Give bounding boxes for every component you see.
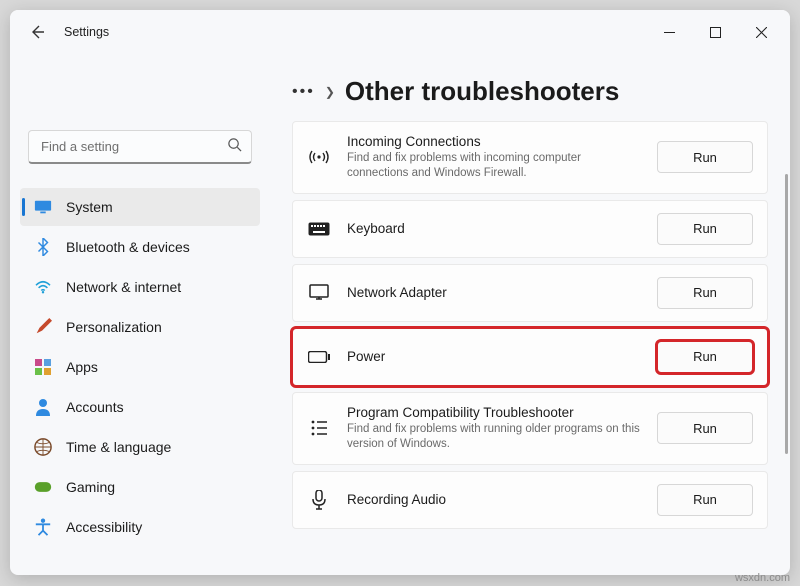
troubleshooter-name: Network Adapter	[347, 285, 641, 300]
sidebar-item-network-internet[interactable]: Network & internet	[20, 268, 260, 306]
troubleshooter-list: Incoming Connections Find and fix problem…	[292, 121, 768, 529]
back-button[interactable]	[24, 19, 50, 45]
sidebar-item-label: System	[66, 199, 113, 215]
sidebar-item-label: Time & language	[66, 439, 171, 455]
troubleshooter-row: Power Run	[292, 328, 768, 386]
troubleshooter-row: Program Compatibility Troubleshooter Find…	[292, 392, 768, 465]
search-icon	[227, 137, 242, 157]
sidebar-item-accessibility[interactable]: Accessibility	[20, 508, 260, 546]
troubleshooter-body: Incoming Connections Find and fix problem…	[347, 134, 641, 181]
brush-icon	[34, 318, 52, 336]
scrollbar-thumb[interactable]	[785, 174, 788, 454]
settings-window: Settings System Bluetooth & devices Networ…	[10, 10, 790, 575]
troubleshooter-body: Program Compatibility Troubleshooter Find…	[347, 405, 641, 452]
sidebar-item-label: Gaming	[66, 479, 115, 495]
close-icon	[756, 27, 767, 38]
main: ••• ❯ Other troubleshooters Incoming Con…	[270, 54, 790, 575]
sidebar-item-bluetooth-devices[interactable]: Bluetooth & devices	[20, 228, 260, 266]
troubleshooter-description: Find and fix problems with running older…	[347, 422, 641, 452]
close-button[interactable]	[738, 16, 784, 48]
sidebar-item-apps[interactable]: Apps	[20, 348, 260, 386]
minimize-icon	[664, 27, 675, 38]
window-controls	[646, 16, 784, 48]
run-button[interactable]: Run	[657, 341, 753, 373]
maximize-button[interactable]	[692, 16, 738, 48]
run-button[interactable]: Run	[657, 213, 753, 245]
globe-clock-icon	[34, 438, 52, 456]
sidebar-item-label: Network & internet	[66, 279, 181, 295]
person-icon	[34, 398, 52, 416]
sidebar-item-label: Personalization	[66, 319, 162, 335]
sidebar-item-label: Apps	[66, 359, 98, 375]
sidebar-item-label: Accessibility	[66, 519, 142, 535]
sidebar-item-label: Accounts	[66, 399, 124, 415]
search-input[interactable]	[28, 130, 252, 164]
watermark: wsxdn.com	[735, 572, 790, 584]
antenna-icon	[307, 148, 331, 166]
search-wrap	[28, 130, 252, 164]
accessibility-icon	[34, 518, 52, 536]
sidebar-item-time-language[interactable]: Time & language	[20, 428, 260, 466]
troubleshooter-body: Network Adapter	[347, 285, 641, 300]
sidebar: System Bluetooth & devices Network & inter…	[10, 54, 270, 575]
list-icon	[307, 419, 331, 437]
troubleshooter-row: Incoming Connections Find and fix problem…	[292, 121, 768, 194]
sidebar-item-system[interactable]: System	[20, 188, 260, 226]
troubleshooter-row: Recording Audio Run	[292, 471, 768, 529]
troubleshooter-name: Incoming Connections	[347, 134, 641, 149]
sidebar-item-accounts[interactable]: Accounts	[20, 388, 260, 426]
minimize-button[interactable]	[646, 16, 692, 48]
microphone-icon	[307, 490, 331, 510]
chevron-right-icon: ❯	[325, 85, 335, 99]
app-title: Settings	[64, 25, 109, 39]
arrow-left-icon	[29, 24, 45, 40]
page-title: Other troubleshooters	[345, 76, 619, 107]
apps-icon	[34, 358, 52, 376]
battery-icon	[307, 351, 331, 363]
troubleshooter-name: Keyboard	[347, 221, 641, 236]
maximize-icon	[710, 27, 721, 38]
gamepad-icon	[34, 478, 52, 496]
run-button[interactable]: Run	[657, 412, 753, 444]
wifi-icon	[34, 278, 52, 296]
troubleshooter-body: Power	[347, 349, 641, 364]
troubleshooter-body: Keyboard	[347, 221, 641, 236]
troubleshooter-name: Program Compatibility Troubleshooter	[347, 405, 641, 420]
sidebar-item-label: Bluetooth & devices	[66, 239, 190, 255]
page-header: ••• ❯ Other troubleshooters	[292, 76, 768, 107]
troubleshooter-description: Find and fix problems with incoming comp…	[347, 151, 641, 181]
troubleshooter-body: Recording Audio	[347, 492, 641, 507]
run-button[interactable]: Run	[657, 277, 753, 309]
titlebar: Settings	[10, 10, 790, 54]
nav: System Bluetooth & devices Network & inter…	[20, 188, 260, 546]
content: System Bluetooth & devices Network & inter…	[10, 54, 790, 575]
troubleshooter-name: Power	[347, 349, 641, 364]
titlebar-left: Settings	[24, 19, 109, 45]
run-button[interactable]: Run	[657, 141, 753, 173]
run-button[interactable]: Run	[657, 484, 753, 516]
bluetooth-icon	[34, 238, 52, 256]
breadcrumb-overflow[interactable]: •••	[292, 83, 315, 101]
sidebar-item-gaming[interactable]: Gaming	[20, 468, 260, 506]
monitor-icon	[307, 284, 331, 302]
troubleshooter-row: Keyboard Run	[292, 200, 768, 258]
sidebar-item-personalization[interactable]: Personalization	[20, 308, 260, 346]
troubleshooter-name: Recording Audio	[347, 492, 641, 507]
keyboard-icon	[307, 222, 331, 236]
display-icon	[34, 198, 52, 216]
troubleshooter-row: Network Adapter Run	[292, 264, 768, 322]
